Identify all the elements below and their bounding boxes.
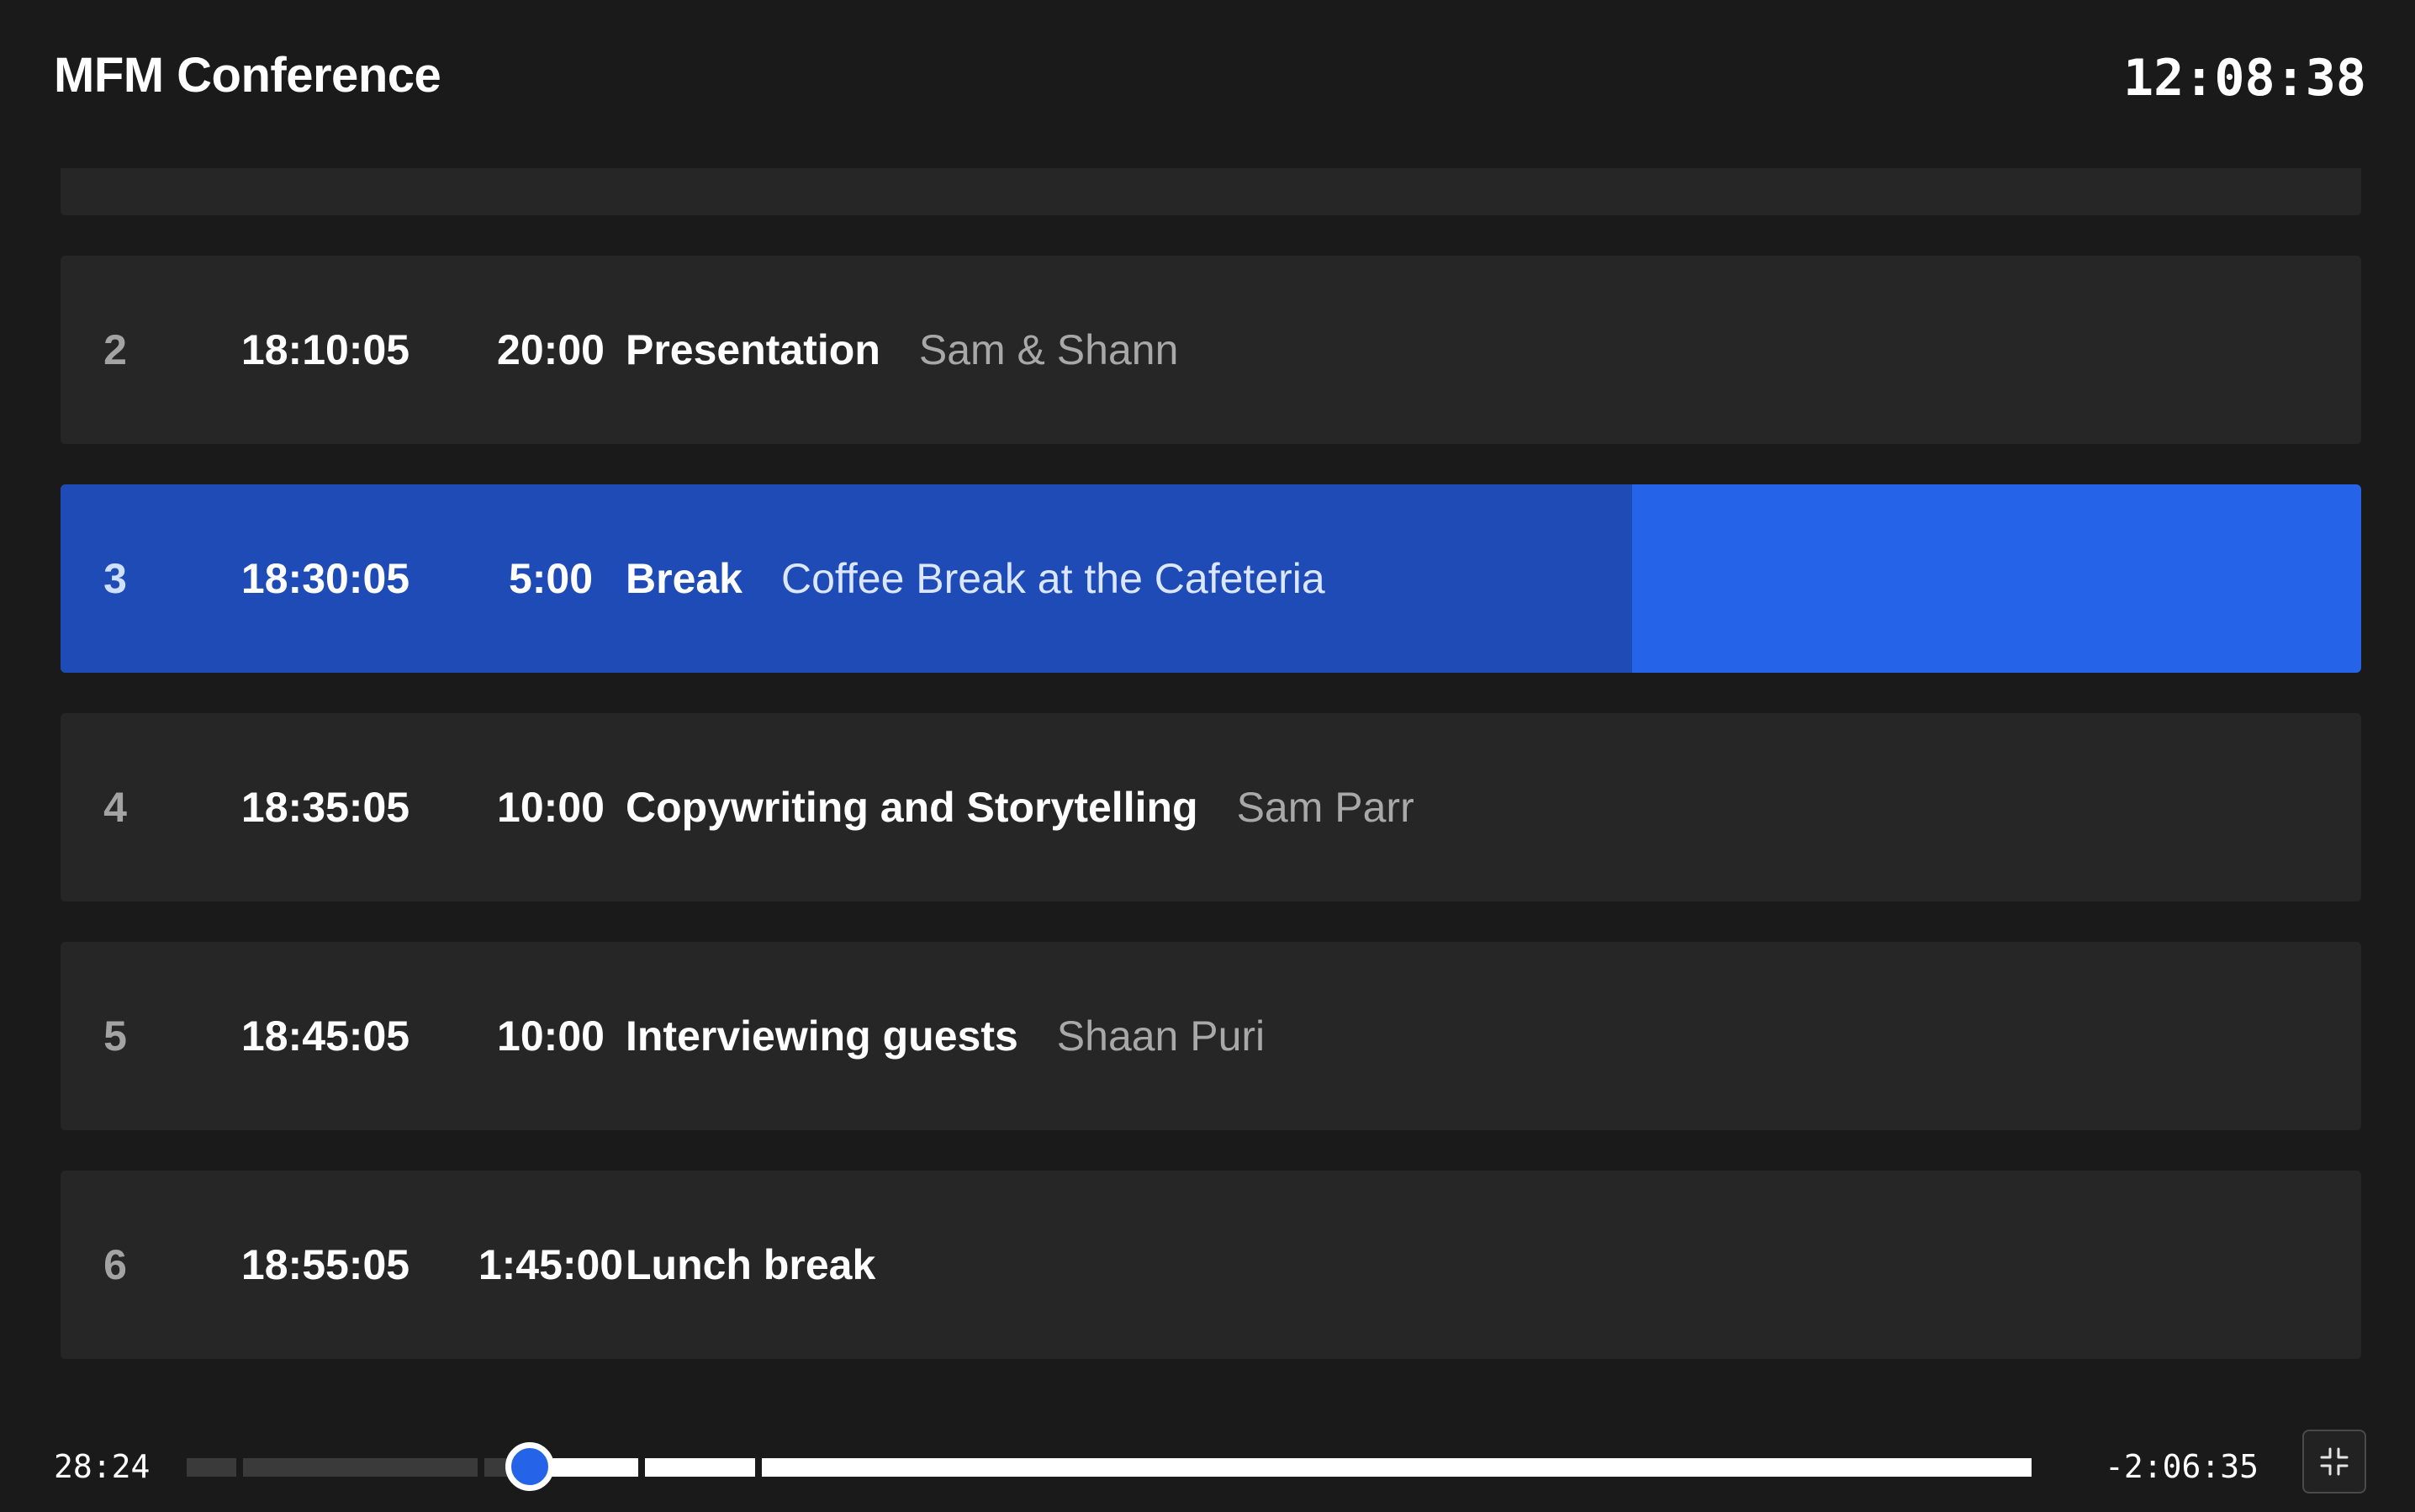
item-duration: 1:45:00 [478, 1241, 624, 1288]
item-title-group: Lunch break [626, 1171, 914, 1359]
item-title: Presentation [626, 326, 880, 373]
item-start-time: 18:35:05 [240, 784, 410, 831]
timeline-scrubber[interactable] [187, 1442, 2072, 1491]
item-index: 3 [103, 555, 127, 602]
rundown-list[interactable]: 2 18:10:05 20:00 Presentation Sam & Shann… [61, 168, 2361, 1364]
item-duration: 10:00 [497, 784, 605, 831]
remaining-time: -2:06:35 [2104, 1448, 2259, 1485]
list-item-partial[interactable] [61, 168, 2361, 215]
item-index: 2 [103, 326, 127, 373]
item-index: 6 [103, 1241, 127, 1288]
item-title-group: Break Coffee Break at the Cafeteria [626, 484, 1325, 673]
list-item[interactable]: 4 18:35:05 10:00 Copywriting and Storyte… [61, 713, 2361, 901]
item-index: 4 [103, 784, 127, 831]
collapse-icon [2320, 1447, 2349, 1476]
item-subtitle: Shaan Puri [1056, 1012, 1266, 1060]
timeline-segment [761, 1458, 2032, 1477]
item-duration: 10:00 [497, 1012, 605, 1060]
item-title: Copywriting and Storytelling [626, 784, 1198, 831]
list-item[interactable]: 5 18:45:05 10:00 Interviewing guests Shaa… [61, 942, 2361, 1130]
item-title-group: Copywriting and Storytelling Sam Parr [626, 713, 1414, 901]
item-start-time: 18:55:05 [240, 1241, 410, 1288]
timeline-footer: 28:24 -2:06:35 [0, 1430, 2415, 1512]
list-item[interactable]: 2 18:10:05 20:00 Presentation Sam & Shann [61, 256, 2361, 444]
timeline-segment [187, 1458, 237, 1477]
item-subtitle: Coffee Break at the Cafeteria [781, 555, 1325, 602]
item-title-group: Interviewing guests Shaan Puri [626, 942, 1265, 1130]
item-start-time: 18:30:05 [240, 555, 410, 602]
item-title: Break [626, 555, 742, 602]
item-duration: 5:00 [508, 555, 594, 602]
item-title: Interviewing guests [626, 1012, 1018, 1060]
page-title: MFM Conference [54, 48, 441, 103]
item-start-time: 18:10:05 [240, 326, 410, 373]
item-duration: 20:00 [497, 326, 605, 373]
item-title-group: Presentation Sam & Shann [626, 256, 1178, 444]
collapse-button[interactable] [2302, 1430, 2366, 1493]
item-start-time: 18:45:05 [240, 1012, 410, 1060]
item-subtitle: Sam & Shann [918, 326, 1179, 373]
timeline-playhead-handle[interactable] [505, 1442, 555, 1491]
list-item-current[interactable]: 3 18:30:05 5:00 Break Coffee Break at the… [61, 484, 2361, 673]
current-time-clock: 12:08:38 [2123, 49, 2366, 108]
timeline-segment [644, 1458, 755, 1477]
elapsed-time: 28:24 [54, 1448, 151, 1485]
timeline-segment [243, 1458, 478, 1477]
item-index: 5 [103, 1012, 127, 1060]
rundown-app: MFM Conference 12:08:38 2 18:10:05 20:00… [0, 0, 2415, 1512]
item-subtitle: Sam Parr [1236, 784, 1414, 831]
item-title: Lunch break [626, 1241, 876, 1288]
list-item[interactable]: 6 18:55:05 1:45:00 Lunch break [61, 1171, 2361, 1359]
